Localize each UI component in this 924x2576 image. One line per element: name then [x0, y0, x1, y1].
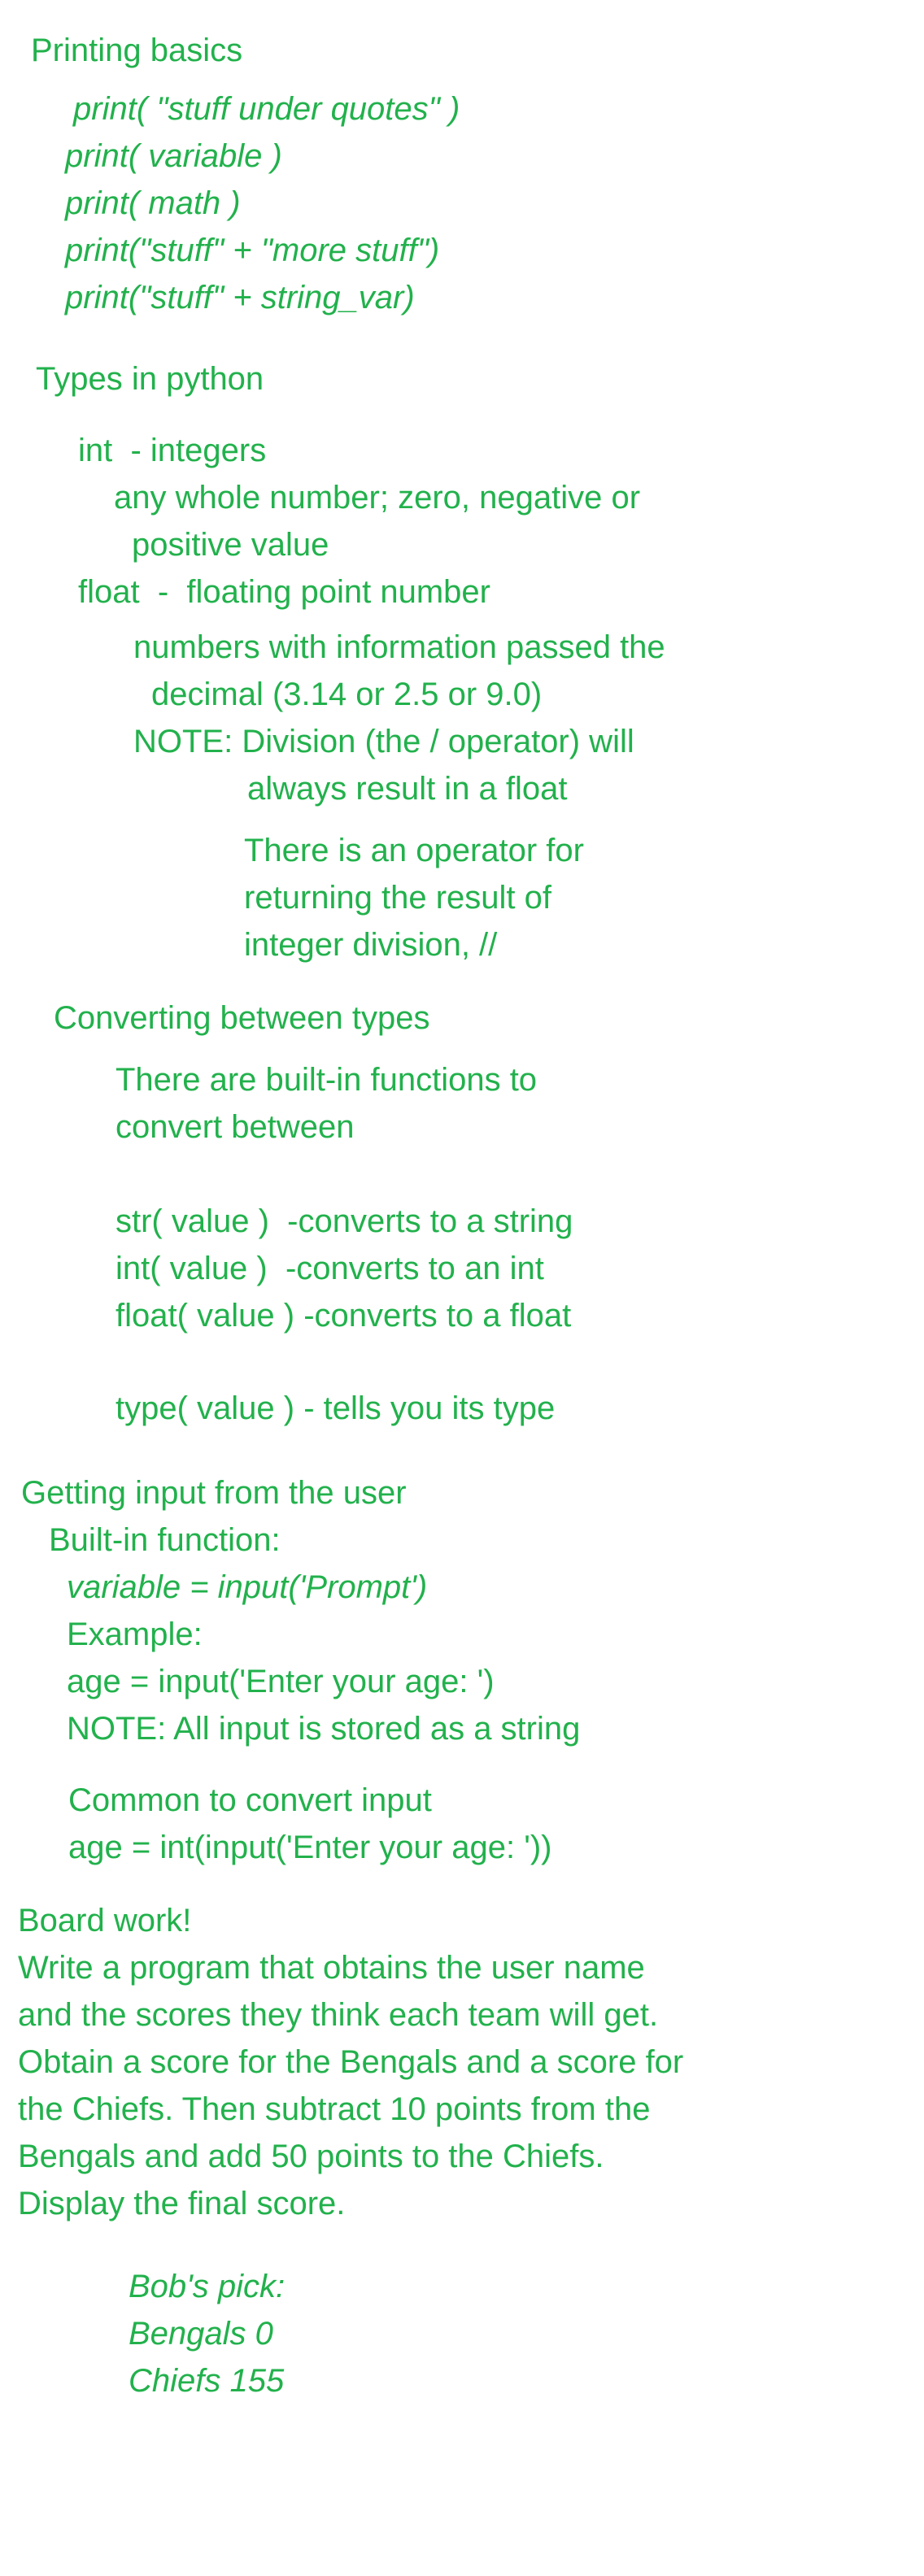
operator-note: There is an operator for	[244, 833, 584, 868]
float-title: float - floating point number	[78, 574, 490, 610]
input-example: age = input('Enter your age: ')	[67, 1664, 495, 1699]
pick-line: Chiefs 155	[129, 2363, 285, 2399]
converting-heading: Converting between types	[54, 1000, 430, 1036]
common-label: Common to convert input	[68, 1782, 432, 1818]
board-heading: Board work!	[18, 1903, 192, 1939]
division-note: always result in a float	[247, 771, 568, 807]
print-line: print( math )	[65, 185, 241, 221]
builtin-label: Built-in function:	[49, 1522, 281, 1558]
convert-function: str( value ) -converts to a string	[116, 1203, 573, 1239]
operator-note: integer division, //	[244, 927, 498, 963]
operator-note: returning the result of	[244, 880, 551, 916]
convert-function: int( value ) -converts to an int	[116, 1251, 544, 1286]
type-function: type( value ) - tells you its type	[116, 1390, 556, 1426]
int-desc: any whole number; zero, negative or	[114, 480, 641, 516]
printing-heading: Printing basics	[31, 33, 243, 68]
int-title: int - integers	[78, 433, 267, 468]
division-note: NOTE: Division (the / operator) will	[133, 724, 634, 759]
board-text: Display the final score.	[18, 2186, 346, 2221]
converting-intro: convert between	[116, 1109, 355, 1145]
print-line: print( variable )	[65, 138, 282, 174]
common-example: age = int(input('Enter your age: '))	[68, 1830, 552, 1865]
float-desc: decimal (3.14 or 2.5 or 9.0)	[151, 677, 543, 712]
pick-line: Bob's pick:	[129, 2269, 285, 2304]
input-note: NOTE: All input is stored as a string	[67, 1711, 581, 1747]
print-line: print("stuff" + string_var)	[65, 280, 415, 315]
input-syntax: variable = input('Prompt')	[67, 1569, 428, 1605]
board-text: and the scores they think each team will…	[18, 1997, 659, 2033]
print-line: print("stuff" + "more stuff")	[65, 233, 440, 268]
input-heading: Getting input from the user	[21, 1475, 407, 1511]
board-text: the Chiefs. Then subtract 10 points from…	[18, 2091, 651, 2127]
int-desc: positive value	[132, 527, 329, 563]
board-text: Bengals and add 50 points to the Chiefs.	[18, 2139, 604, 2174]
pick-line: Bengals 0	[129, 2316, 273, 2352]
types-heading: Types in python	[36, 361, 264, 397]
example-label: Example:	[67, 1617, 203, 1652]
board-text: Obtain a score for the Bengals and a sco…	[18, 2044, 684, 2080]
convert-function: float( value ) -converts to a float	[116, 1298, 572, 1334]
board-text: Write a program that obtains the user na…	[18, 1950, 645, 1986]
float-desc: numbers with information passed the	[133, 629, 665, 665]
converting-intro: There are built-in functions to	[116, 1062, 538, 1098]
print-line: print( "stuff under quotes" )	[73, 91, 460, 127]
